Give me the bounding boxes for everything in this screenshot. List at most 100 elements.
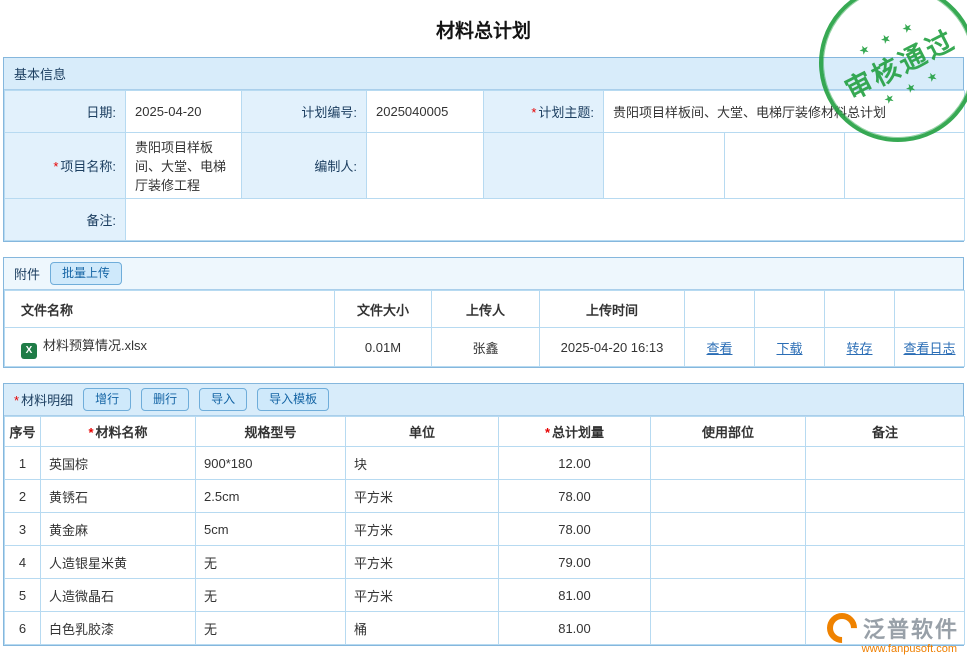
download-link[interactable]: 下载 [776,341,802,356]
empty-cell [725,133,845,199]
action-cell: 下载 [755,328,825,367]
editor-value [367,133,484,199]
empty-cell [845,133,965,199]
material-name-cell: 英国棕 [41,447,196,480]
material-row: 3 黄金麻 5cm 平方米 78.00 [5,513,965,546]
material-row: 6 白色乳胶漆 无 桶 81.00 [5,612,965,645]
material-row: 2 黄锈石 2.5cm 平方米 78.00 [5,480,965,513]
plan-no-label: 计划编号: [242,91,367,133]
usage-location-cell [651,579,806,612]
usage-location-cell [651,513,806,546]
subject-label: *计划主题: [484,91,604,133]
materials-header: *材料明细 增行 删行 导入 导入模板 [4,384,963,416]
material-row: 5 人造微晶石 无 平方米 81.00 [5,579,965,612]
remark-cell [806,480,965,513]
total-qty-cell: 79.00 [499,546,651,579]
total-qty-cell: 81.00 [499,579,651,612]
remark-cell [806,579,965,612]
total-qty-cell: 78.00 [499,513,651,546]
vendor-name: 泛普软件 [863,612,959,644]
date-label: 日期: [5,91,126,133]
unit-cell: 桶 [346,612,499,645]
usage-location-cell [651,612,806,645]
col-unit: 单位 [346,417,499,447]
file-name: 材料预算情况.xlsx [43,338,147,353]
spec-cell: 5cm [196,513,346,546]
col-total-qty: *总计划量 [499,417,651,447]
batch-upload-button[interactable]: 批量上传 [50,262,122,286]
col-material-name-text: 材料名称 [96,425,148,440]
view-log-link[interactable]: 查看日志 [903,341,955,356]
action-cell: 查看 [685,328,755,367]
basic-info-section: 基本信息 日期: 2025-04-20 计划编号: 2025040005 *计划… [3,57,964,242]
usage-location-cell [651,546,806,579]
unit-cell: 平方米 [346,579,499,612]
spec-cell: 无 [196,546,346,579]
materials-table: 序号 *材料名称 规格型号 单位 *总计划量 使用部位 备注 1 英国棕 900… [4,416,965,645]
upload-time-cell: 2025-04-20 16:13 [540,328,685,367]
col-spec: 规格型号 [196,417,346,447]
basic-info-table: 日期: 2025-04-20 计划编号: 2025040005 *计划主题: 贵… [4,90,965,241]
view-link[interactable]: 查看 [706,341,732,356]
editor-label: 编制人: [242,133,367,199]
required-mark: * [531,105,536,120]
col-actions [825,291,895,328]
col-remark: 备注 [806,417,965,447]
required-mark: * [88,425,93,440]
material-row: 1 英国棕 900*180 块 12.00 [5,447,965,480]
material-row: 4 人造银星米黄 无 平方米 79.00 [5,546,965,579]
index-cell: 2 [5,480,41,513]
action-cell: 转存 [825,328,895,367]
col-uploader: 上传人 [432,291,540,328]
delete-row-button[interactable]: 删行 [141,388,189,412]
attachments-section: 附件 批量上传 文件名称 文件大小 上传人 上传时间 X材料预算情况.xlsx … [3,257,964,368]
attachments-title: 附件 [14,264,40,283]
materials-section: *材料明细 增行 删行 导入 导入模板 序号 *材料名称 规格型号 单位 *总计… [3,383,964,646]
import-template-button[interactable]: 导入模板 [257,388,329,412]
import-button[interactable]: 导入 [199,388,247,412]
total-qty-cell: 81.00 [499,612,651,645]
total-qty-cell: 12.00 [499,447,651,480]
col-material-name: *材料名称 [41,417,196,447]
col-actions [755,291,825,328]
attachments-header: 附件 批量上传 [4,258,963,290]
index-cell: 3 [5,513,41,546]
project-label-text: 项目名称: [60,159,116,174]
file-size-cell: 0.01M [335,328,432,367]
unit-cell: 平方米 [346,546,499,579]
action-cell: 查看日志 [895,328,965,367]
material-name-cell: 黄金麻 [41,513,196,546]
vendor-url: www.fanpusoft.com [827,643,959,655]
usage-location-cell [651,447,806,480]
required-mark: * [14,393,19,408]
empty-label-cell [484,133,604,199]
material-name-cell: 人造银星米黄 [41,546,196,579]
unit-cell: 平方米 [346,513,499,546]
file-name-cell: X 材料预算情况.xlsx [5,328,335,367]
spec-cell: 900*180 [196,447,346,480]
remark-label: 备注: [5,199,126,241]
col-index: 序号 [5,417,41,447]
save-as-link[interactable]: 转存 [846,341,872,356]
date-value: 2025-04-20 [126,91,242,133]
remark-cell [806,546,965,579]
material-name-cell: 白色乳胶漆 [41,612,196,645]
col-file-size: 文件大小 [335,291,432,328]
project-value: 贵阳项目样板间、大堂、电梯厅装修工程 [126,133,242,199]
usage-location-cell [651,480,806,513]
attachments-table: 文件名称 文件大小 上传人 上传时间 X材料预算情况.xlsx 0.01M 张鑫… [4,290,965,367]
required-mark: * [545,425,550,440]
spec-cell: 无 [196,612,346,645]
col-file-name: 文件名称 [5,291,335,328]
project-label: *项目名称: [5,133,126,199]
materials-title-text: 材料明细 [21,393,73,408]
add-row-button[interactable]: 增行 [83,388,131,412]
basic-info-title: 基本信息 [14,64,66,83]
col-actions [685,291,755,328]
spec-cell: 无 [196,579,346,612]
remark-cell [806,513,965,546]
col-total-qty-text: 总计划量 [552,425,604,440]
index-cell: 6 [5,612,41,645]
excel-file-icon: X [21,343,37,359]
required-mark: * [53,159,58,174]
